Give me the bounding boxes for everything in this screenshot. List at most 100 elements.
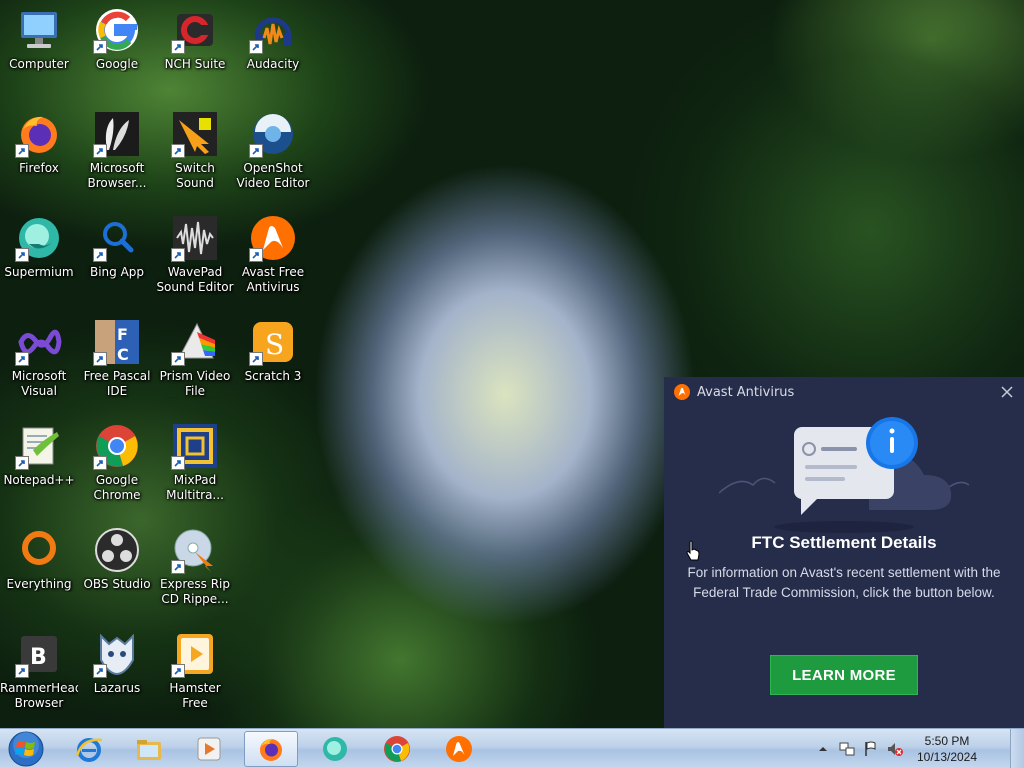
popup-message: For information on Avast's recent settle… [687, 565, 1001, 600]
desktop-icon-computer[interactable]: Computer [0, 0, 78, 100]
desktop-icon-label: Firefox [19, 161, 59, 175]
shortcut-arrow-icon [249, 144, 263, 158]
avast-notification-popup: Avast Antivirus FTC Settlement Details F… [664, 377, 1024, 728]
clock-date: 10/13/2024 [916, 750, 978, 764]
clock-time: 5:50 PM [924, 734, 970, 748]
wavepad-icon [171, 214, 219, 262]
desktop-icon-scratch[interactable]: S Scratch 3 [234, 312, 312, 412]
desktop-icon-openshot[interactable]: OpenShot Video Editor [234, 104, 312, 204]
desktop-icon-mixpad[interactable]: MixPad Multitra... [156, 416, 234, 516]
desktop-icon-label: RammerHead Browser [0, 681, 78, 710]
firefox-icon [260, 738, 282, 761]
rammerhead-icon: B [15, 630, 63, 678]
desktop-icon-audacity[interactable]: Audacity [234, 0, 312, 100]
desktop-icon-rammerhead[interactable]: B RammerHead Browser [0, 624, 78, 724]
desktop-icon-switch-sound[interactable]: Switch Sound File Converter [156, 104, 234, 204]
shortcut-arrow-icon [249, 40, 263, 54]
desktop-icon-free-pascal[interactable]: FC Free Pascal IDE [78, 312, 156, 412]
desktop-icon-label: Express Rip CD Rippe... [160, 577, 230, 606]
network-icon [839, 742, 855, 756]
media-player-icon [197, 737, 221, 761]
desktop-icon-microsoft-browser[interactable]: Microsoft Browser... [78, 104, 156, 204]
shortcut-arrow-icon [93, 456, 107, 470]
firefox-icon [15, 110, 63, 158]
desktop-icon-chrome[interactable]: Google Chrome [78, 416, 156, 516]
chrome-icon [93, 422, 141, 470]
desktop-icon-notepadpp[interactable]: Notepad++ [0, 416, 78, 516]
desktop-icon-bing-app[interactable]: Bing App [78, 208, 156, 308]
desktop-icon-label: Free Pascal IDE [83, 369, 151, 398]
taskbar-supermium[interactable] [308, 731, 362, 767]
lazarus-icon [93, 630, 141, 678]
taskbar-chrome[interactable] [370, 731, 424, 767]
hand-cursor-icon [686, 540, 700, 561]
desktop-icon-lazarus[interactable]: Lazarus [78, 624, 156, 724]
popup-app-name: Avast Antivirus [697, 384, 795, 400]
desktop-icon-express-rip[interactable]: Express Rip CD Rippe... [156, 520, 234, 620]
shortcut-arrow-icon [15, 664, 29, 678]
desktop-icon-label: OBS Studio [83, 577, 151, 591]
switch-sound-icon [171, 110, 219, 158]
desktop-icon-label: OpenShot Video Editor [236, 161, 310, 190]
taskbar-firefox[interactable] [244, 731, 298, 767]
desktop-icon-google[interactable]: Google [78, 0, 156, 100]
desktop-icon-everything[interactable]: Everything [0, 520, 78, 620]
flag-icon [865, 741, 876, 756]
taskbar-internet-explorer[interactable] [62, 731, 116, 767]
shortcut-arrow-icon [171, 352, 185, 366]
shortcut-arrow-icon [249, 352, 263, 366]
desktop-icon-hamster-video[interactable]: Hamster Free Video Conv... [156, 624, 234, 724]
desktop-icon-avast[interactable]: Avast Free Antivirus [234, 208, 312, 308]
express-rip-icon [171, 526, 219, 574]
hamster-video-icon [171, 630, 219, 678]
desktop-icon-label: Prism Video File Converter [159, 369, 231, 398]
shortcut-arrow-icon [93, 40, 107, 54]
tray-action-center-button[interactable] [862, 740, 880, 758]
shortcut-arrow-icon [171, 664, 185, 678]
close-button[interactable] [998, 383, 1016, 401]
desktop-icon-obs-studio[interactable]: OBS Studio [78, 520, 156, 620]
start-button[interactable] [4, 730, 48, 768]
desktop-icon-label: Scratch 3 [244, 369, 302, 383]
shortcut-arrow-icon [93, 352, 107, 366]
desktop-icon-prism-video[interactable]: Prism Video File Converter [156, 312, 234, 412]
bing-app-icon [93, 214, 141, 262]
taskbar-clock[interactable]: 5:50 PM 10/13/2024 [912, 733, 982, 765]
desktop-icon-nch-suite[interactable]: NCH Suite [156, 0, 234, 100]
supermium-icon [323, 737, 347, 761]
shortcut-arrow-icon [15, 248, 29, 262]
desktop-icon-label: Avast Free Antivirus [241, 265, 305, 294]
tray-volume-button[interactable] [886, 740, 904, 758]
learn-more-button[interactable]: LEARN MORE [770, 655, 918, 695]
free-pascal-icon: FC [93, 318, 141, 366]
avast-icon [249, 214, 297, 262]
system-tray: 5:50 PM 10/13/2024 [814, 729, 982, 768]
svg-text:C: C [117, 345, 129, 364]
microsoft-browser-icon [93, 110, 141, 158]
shortcut-arrow-icon [93, 144, 107, 158]
desktop-icon-firefox[interactable]: Firefox [0, 104, 78, 204]
file-explorer-icon [137, 740, 161, 760]
tray-network-button[interactable] [838, 740, 856, 758]
openshot-icon [249, 110, 297, 158]
desktop-icon-label: NCH Suite [164, 57, 226, 71]
prism-video-icon [171, 318, 219, 366]
taskbar-file-explorer[interactable] [122, 731, 176, 767]
desktop-icon-label: Google Chrome [93, 473, 141, 502]
desktop-icon-label: Computer [9, 57, 69, 71]
desktop-icon-visual-studio[interactable]: Microsoft Visual Stud... [0, 312, 78, 412]
shortcut-arrow-icon [171, 456, 185, 470]
desktop-icon-wavepad[interactable]: WavePad Sound Editor [156, 208, 234, 308]
computer-icon [15, 6, 63, 54]
show-hidden-icons-button[interactable] [814, 740, 832, 758]
nch-suite-icon [171, 6, 219, 54]
shortcut-arrow-icon [249, 248, 263, 262]
taskbar-media-player[interactable] [182, 731, 236, 767]
mixpad-icon [171, 422, 219, 470]
windows-logo-icon [8, 731, 44, 767]
desktop-icon-supermium[interactable]: Supermium [0, 208, 78, 308]
show-desktop-button[interactable] [1010, 729, 1024, 768]
obs-studio-icon [93, 526, 141, 574]
taskbar-avast[interactable] [432, 731, 486, 767]
desktop-icon-label: Everything [6, 577, 72, 591]
